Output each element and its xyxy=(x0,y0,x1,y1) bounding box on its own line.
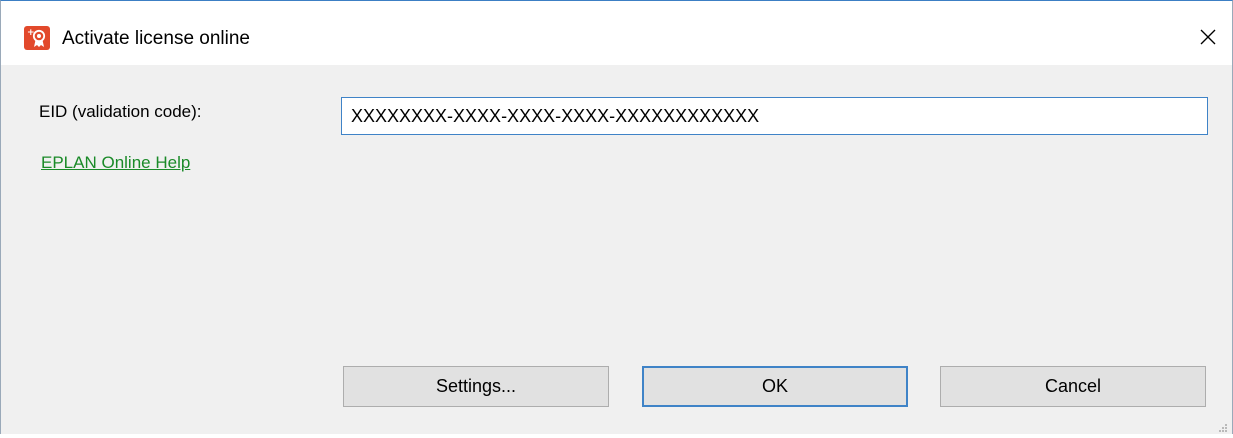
license-certificate-icon: + xyxy=(24,26,50,50)
eplan-online-help-link[interactable]: EPLAN Online Help xyxy=(41,151,190,175)
settings-button[interactable]: Settings... xyxy=(343,366,609,407)
activate-license-dialog: + Activate license online EID (validatio… xyxy=(0,0,1233,434)
ok-button[interactable]: OK xyxy=(642,366,908,407)
resize-grip-icon[interactable] xyxy=(1218,420,1228,432)
title-bar[interactable]: + Activate license online xyxy=(1,1,1232,65)
close-button[interactable] xyxy=(1193,23,1223,53)
eid-label: EID (validation code): xyxy=(39,102,202,121)
close-icon xyxy=(1200,29,1216,45)
window-title: Activate license online xyxy=(62,28,250,49)
eid-input[interactable] xyxy=(341,97,1208,135)
dialog-body: EID (validation code): EPLAN Online Help… xyxy=(1,65,1232,434)
cancel-button[interactable]: Cancel xyxy=(940,366,1206,407)
